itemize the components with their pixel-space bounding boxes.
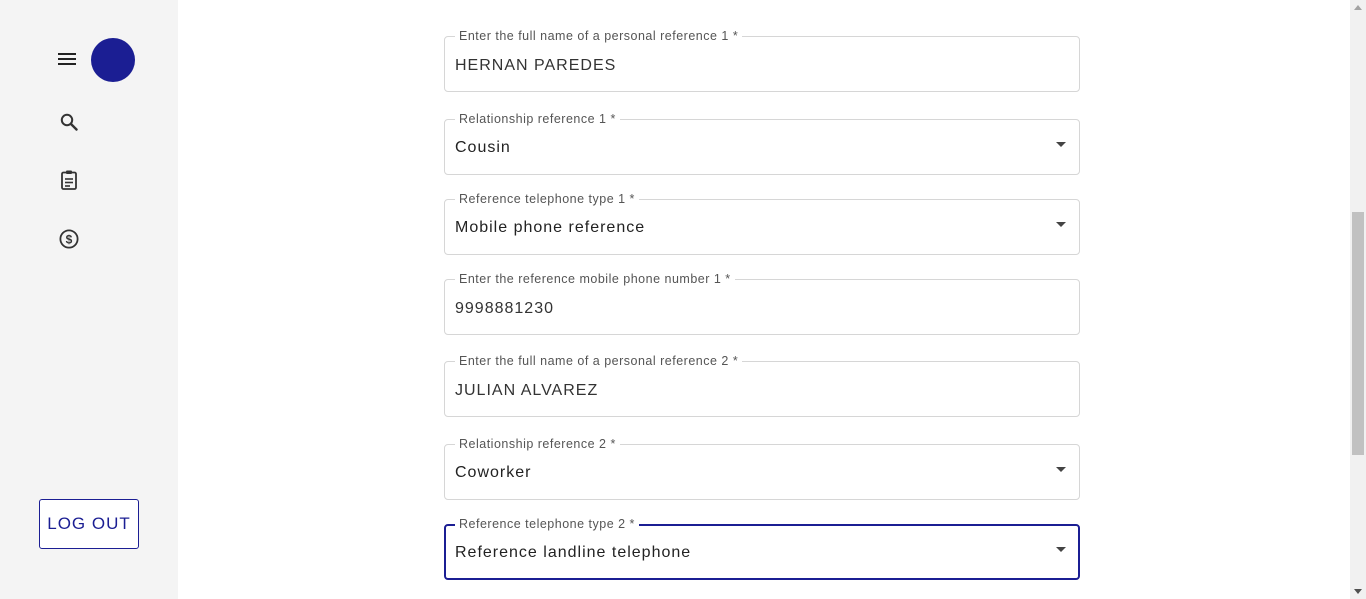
menu-icon[interactable] [55, 46, 79, 72]
reference2-phone-type-value[interactable]: Reference landline telephone [455, 544, 691, 562]
scroll-down-icon[interactable] [1354, 589, 1362, 594]
reference1-relationship-value[interactable]: Cousin [455, 139, 511, 157]
reference1-name-field[interactable]: Enter the full name of a personal refere… [444, 28, 1080, 92]
reference1-mobile-value[interactable]: 9998881230 [455, 300, 554, 318]
search-icon[interactable] [57, 110, 81, 134]
reference1-phone-type-value[interactable]: Mobile phone reference [455, 219, 645, 237]
reference1-relationship-select[interactable]: Relationship reference 1 * Cousin [444, 111, 1080, 175]
scroll-up-icon[interactable] [1354, 5, 1362, 10]
dropdown-arrow-icon[interactable] [1056, 222, 1066, 227]
vertical-scrollbar[interactable] [1350, 0, 1366, 599]
dropdown-arrow-icon[interactable] [1056, 467, 1066, 472]
svg-text:$: $ [66, 233, 73, 247]
sidebar: $ LOG OUT [0, 0, 178, 599]
scroll-thumb[interactable] [1352, 212, 1364, 455]
reference2-name-field[interactable]: Enter the full name of a personal refere… [444, 353, 1080, 417]
reference1-phone-type-select[interactable]: Reference telephone type 1 * Mobile phon… [444, 191, 1080, 255]
reference2-relationship-label: Relationship reference 2 * [455, 436, 620, 452]
reference1-phone-type-label: Reference telephone type 1 * [455, 191, 639, 207]
reference2-relationship-select[interactable]: Relationship reference 2 * Coworker [444, 436, 1080, 500]
logout-button[interactable]: LOG OUT [39, 499, 139, 549]
dropdown-arrow-icon[interactable] [1056, 547, 1066, 552]
reference2-phone-type-select[interactable]: Reference telephone type 2 * Reference l… [444, 516, 1080, 580]
main-content: Enter the full name of a personal refere… [178, 0, 1350, 599]
reference2-name-label: Enter the full name of a personal refere… [455, 353, 743, 369]
avatar[interactable] [91, 38, 135, 82]
clipboard-icon[interactable] [57, 168, 81, 192]
dollar-circle-icon[interactable]: $ [57, 227, 81, 251]
reference1-mobile-field[interactable]: Enter the reference mobile phone number … [444, 271, 1080, 335]
reference1-mobile-label: Enter the reference mobile phone number … [455, 271, 735, 287]
reference2-relationship-value[interactable]: Coworker [455, 464, 531, 482]
reference1-relationship-label: Relationship reference 1 * [455, 111, 620, 127]
reference1-name-value[interactable]: HERNAN PAREDES [455, 57, 616, 75]
reference1-name-label: Enter the full name of a personal refere… [455, 28, 743, 44]
reference2-name-value[interactable]: JULIAN ALVAREZ [455, 382, 598, 400]
dropdown-arrow-icon[interactable] [1056, 142, 1066, 147]
reference2-phone-type-label: Reference telephone type 2 * [455, 516, 639, 532]
